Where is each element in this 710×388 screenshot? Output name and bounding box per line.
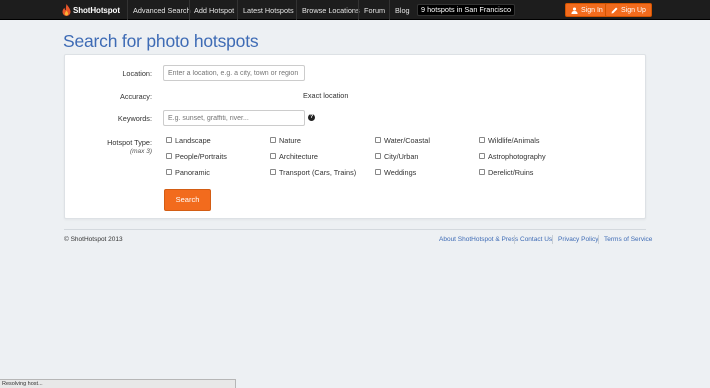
copyright-text: © ShotHotspot 2013 xyxy=(64,236,123,243)
checkbox-box[interactable] xyxy=(375,137,381,143)
checkbox-box[interactable] xyxy=(479,169,485,175)
checkbox-label: Architecture xyxy=(279,151,318,161)
checkbox-box[interactable] xyxy=(375,153,381,159)
sign-up-button[interactable]: Sign Up xyxy=(605,3,652,17)
checkbox-box[interactable] xyxy=(270,137,276,143)
footer-link-terms[interactable]: Terms of Service xyxy=(604,236,652,243)
checkbox-wildlife-animals[interactable]: Wildlife/Animals xyxy=(479,135,540,145)
checkbox-box[interactable] xyxy=(166,153,172,159)
sign-up-label: Sign Up xyxy=(621,6,646,14)
user-icon xyxy=(571,6,578,14)
checkbox-label: People/Portraits xyxy=(175,151,227,161)
keywords-input[interactable] xyxy=(163,110,305,126)
nav-latest-hotspots[interactable]: Latest Hotspots xyxy=(243,6,294,15)
hotspot-type-max-note: (max 3) xyxy=(129,148,152,155)
checkbox-box[interactable] xyxy=(479,153,485,159)
checkbox-label: Nature xyxy=(279,135,301,145)
help-icon[interactable]: ? xyxy=(308,114,315,121)
checkbox-box[interactable] xyxy=(166,169,172,175)
nav-browse-locations[interactable]: Browse Locations xyxy=(302,6,360,15)
nav-divider xyxy=(389,0,390,20)
checkbox-astrophotography[interactable]: Astrophotography xyxy=(479,151,546,161)
nav-divider xyxy=(127,0,128,20)
checkbox-weddings[interactable]: Weddings xyxy=(375,167,416,177)
nav-add-hotspot[interactable]: Add Hotspot xyxy=(194,6,234,15)
brand-name: ShotHotspot xyxy=(73,5,120,15)
hotspot-type-label: Hotspot Type: xyxy=(107,138,152,147)
nav-divider xyxy=(358,0,359,20)
checkbox-box[interactable] xyxy=(270,169,276,175)
checkbox-nature[interactable]: Nature xyxy=(270,135,301,145)
sign-in-button[interactable]: Sign In xyxy=(565,3,609,17)
hotspot-count-badge[interactable]: 9 hotspots in San Francisco xyxy=(417,4,516,16)
checkbox-label: Panoramic xyxy=(175,167,210,177)
checkbox-architecture[interactable]: Architecture xyxy=(270,151,318,161)
checkbox-label: City/Urban xyxy=(384,151,419,161)
browser-status-bar: Resolving host... xyxy=(0,379,236,388)
nav-forum[interactable]: Forum xyxy=(364,6,385,15)
checkbox-city-urban[interactable]: City/Urban xyxy=(375,151,418,161)
footer-link-contact[interactable]: Contact Us xyxy=(520,236,552,243)
top-navbar: ShotHotspot Advanced Search Add Hotspot … xyxy=(0,0,710,20)
keywords-label: Keywords: xyxy=(117,114,152,123)
footer-link-divider xyxy=(598,235,599,244)
checkbox-label: Weddings xyxy=(384,167,417,177)
checkbox-people-portraits[interactable]: People/Portraits xyxy=(166,151,227,161)
search-button[interactable]: Search xyxy=(164,189,211,211)
page-title: Search for photo hotspots xyxy=(63,31,259,51)
nav-divider xyxy=(296,0,297,20)
checkbox-panoramic[interactable]: Panoramic xyxy=(166,167,210,177)
location-input[interactable] xyxy=(163,65,305,81)
footer-link-privacy[interactable]: Privacy Policy xyxy=(558,236,598,243)
footer-divider xyxy=(64,229,646,230)
nav-advanced-search[interactable]: Advanced Search xyxy=(133,6,191,15)
flame-icon xyxy=(62,4,71,16)
search-form-panel: Location: Accuracy: Exact location Keywo… xyxy=(64,54,646,219)
nav-divider xyxy=(189,0,190,20)
checkbox-label: Transport (Cars, Trains) xyxy=(279,167,357,177)
checkbox-derelict-ruins[interactable]: Derelict/Ruins xyxy=(479,167,533,177)
checkbox-box[interactable] xyxy=(270,153,276,159)
accuracy-label: Accuracy: xyxy=(119,92,152,101)
checkbox-box[interactable] xyxy=(375,169,381,175)
checkbox-box[interactable] xyxy=(479,137,485,143)
checkbox-label: Water/Coastal xyxy=(384,135,430,145)
nav-blog[interactable]: Blog xyxy=(395,6,410,15)
checkbox-transport[interactable]: Transport (Cars, Trains) xyxy=(270,167,356,177)
checkbox-landscape[interactable]: Landscape xyxy=(166,135,211,145)
footer-link-about[interactable]: About ShotHotspot & Press xyxy=(439,236,518,243)
accuracy-value[interactable]: Exact location xyxy=(303,91,348,100)
checkbox-label: Derelict/Ruins xyxy=(488,167,534,177)
checkbox-water-coastal[interactable]: Water/Coastal xyxy=(375,135,430,145)
pencil-icon xyxy=(611,7,618,13)
checkbox-label: Astrophotography xyxy=(488,151,546,161)
footer-link-divider xyxy=(514,235,515,244)
footer-link-divider xyxy=(552,235,553,244)
location-label: Location: xyxy=(122,69,152,78)
nav-divider xyxy=(237,0,238,20)
checkbox-label: Landscape xyxy=(175,135,211,145)
checkbox-label: Wildlife/Animals xyxy=(488,135,540,145)
sign-in-label: Sign In xyxy=(581,6,603,14)
checkbox-box[interactable] xyxy=(166,137,172,143)
brand-logo[interactable]: ShotHotspot xyxy=(62,3,120,17)
